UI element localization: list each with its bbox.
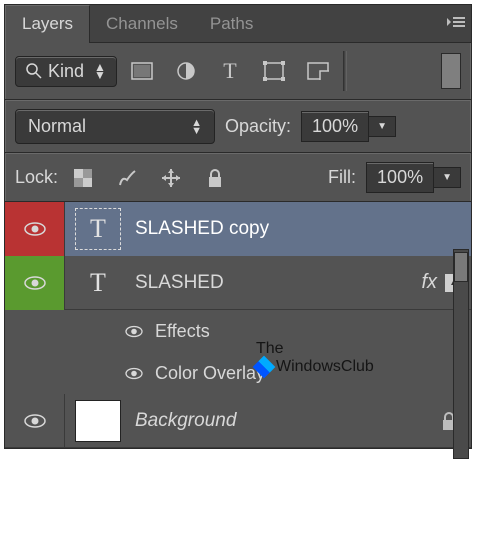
fill-value: 100% <box>366 162 434 193</box>
eye-icon[interactable] <box>125 367 143 380</box>
blend-mode-value: Normal <box>28 116 86 137</box>
lock-icons <box>68 166 230 190</box>
eye-icon <box>24 221 46 237</box>
layer-thumb[interactable] <box>75 400 121 442</box>
lock-transparent-icon[interactable] <box>68 166 98 190</box>
layer-row-slashed[interactable]: T SLASHED fx ▲ <box>5 256 471 310</box>
opacity-label: Opacity: <box>225 116 291 137</box>
layer-name[interactable]: SLASHED copy <box>135 218 269 240</box>
effect-name: Color Overlay <box>155 363 265 384</box>
opacity-value: 100% <box>301 111 369 142</box>
filter-row: Kind ▲▼ T <box>5 43 471 100</box>
fill-slider-toggle[interactable]: ▼ <box>434 167 461 188</box>
layers-panel: Layers Channels Paths Kind ▲▼ T Normal ▲… <box>4 4 472 449</box>
blend-row: Normal ▲▼ Opacity: 100% ▼ <box>5 100 471 153</box>
panel-menu-icon[interactable] <box>447 15 465 29</box>
divider <box>343 51 347 91</box>
filter-kind-select[interactable]: Kind ▲▼ <box>15 56 117 87</box>
lock-label: Lock: <box>15 167 58 188</box>
visibility-toggle[interactable] <box>5 394 65 448</box>
eye-icon[interactable] <box>125 325 143 338</box>
stepper-arrows-icon: ▲▼ <box>94 63 106 79</box>
fill-label: Fill: <box>328 167 356 188</box>
search-icon <box>26 63 42 79</box>
chevron-down-icon: ▼ <box>442 172 452 183</box>
layer-row-background[interactable]: Background <box>5 394 471 448</box>
adjustment-filter-icon[interactable] <box>171 59 201 83</box>
filter-kind-label: Kind <box>48 61 84 82</box>
effects-label: Effects <box>155 321 210 342</box>
type-filter-icon[interactable]: T <box>215 59 245 83</box>
effect-color-overlay[interactable]: Color Overlay <box>5 352 471 394</box>
visibility-toggle[interactable] <box>5 256 65 310</box>
panel-tabs: Layers Channels Paths <box>5 5 471 43</box>
lock-all-icon[interactable] <box>200 166 230 190</box>
layer-name[interactable]: Background <box>135 410 236 432</box>
smart-filter-icon[interactable] <box>303 59 333 83</box>
lock-row: Lock: Fill: 100% ▼ <box>5 153 471 202</box>
fill-input[interactable]: 100% ▼ <box>366 162 461 193</box>
filter-type-icons: T <box>127 59 333 83</box>
shape-filter-icon[interactable] <box>259 59 289 83</box>
pixel-filter-icon[interactable] <box>127 59 157 83</box>
layer-name[interactable]: SLASHED <box>135 272 224 294</box>
tab-channels[interactable]: Channels <box>90 6 194 42</box>
lock-image-icon[interactable] <box>112 166 142 190</box>
type-layer-thumb[interactable]: T <box>75 208 121 250</box>
layer-row-slashed-copy[interactable]: T SLASHED copy <box>5 202 471 256</box>
opacity-input[interactable]: 100% ▼ <box>301 111 396 142</box>
blend-mode-select[interactable]: Normal ▲▼ <box>15 109 215 144</box>
scroll-thumb[interactable] <box>454 252 468 282</box>
tab-paths[interactable]: Paths <box>194 6 269 42</box>
chevron-down-icon: ▼ <box>377 121 387 132</box>
eye-icon <box>24 413 46 429</box>
visibility-toggle[interactable] <box>5 202 65 256</box>
eye-icon <box>24 275 46 291</box>
stepper-arrows-icon: ▲▼ <box>191 119 202 135</box>
color-swatch[interactable] <box>441 53 461 89</box>
tab-layers[interactable]: Layers <box>5 5 90 43</box>
lock-position-icon[interactable] <box>156 166 186 190</box>
fx-badge: fx <box>421 271 437 294</box>
opacity-slider-toggle[interactable]: ▼ <box>369 116 396 137</box>
layers-list: T SLASHED copy T SLASHED fx ▲ Effects C <box>5 202 471 448</box>
effects-sublist: Effects Color Overlay <box>5 310 471 394</box>
scrollbar[interactable] <box>453 249 469 459</box>
type-layer-thumb[interactable]: T <box>75 262 121 304</box>
effects-header[interactable]: Effects <box>5 310 471 352</box>
